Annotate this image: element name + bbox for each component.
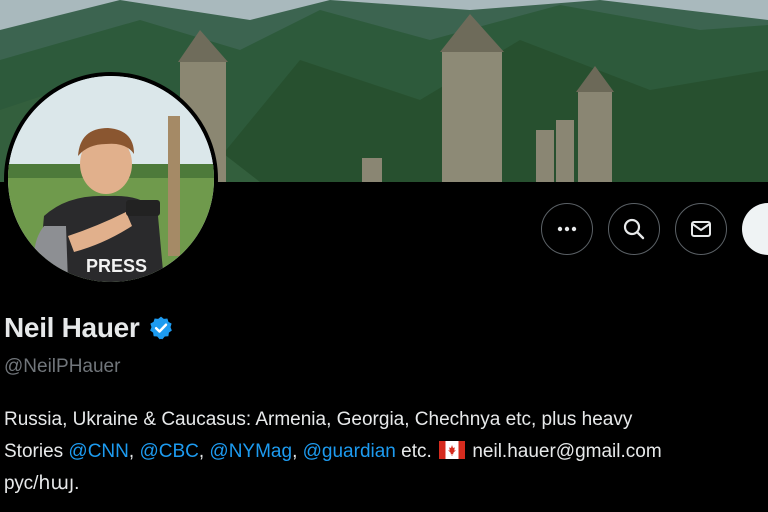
bio-stories-text: Stories [4, 441, 69, 462]
canada-flag-icon [439, 441, 466, 459]
more-button[interactable] [541, 203, 593, 255]
avatar-press-text: PRESS [86, 256, 147, 276]
bio-etc-text: etc. [395, 441, 438, 462]
profile-avatar[interactable]: PRESS [4, 72, 218, 286]
bio-line-2: Stories @CNN, @CBC, @NYMag, @guardian et… [4, 436, 768, 468]
bio-separator: , [198, 441, 210, 462]
mention-link-nymag[interactable]: @NYMag [209, 441, 292, 462]
bio-line-3: рус/հայ. [4, 473, 80, 494]
bio-separator: , [128, 441, 140, 462]
mention-link-cnn[interactable]: @CNN [68, 441, 128, 462]
envelope-icon [691, 221, 711, 237]
profile-name-row: Neil Hauer [4, 312, 174, 344]
follow-button[interactable] [742, 203, 768, 255]
bio-email[interactable]: neil.hauer@gmail.com [472, 441, 661, 462]
search-button[interactable] [608, 203, 660, 255]
search-icon [623, 218, 645, 240]
display-name: Neil Hauer [4, 312, 140, 343]
mention-link-guardian[interactable]: @guardian [303, 441, 396, 462]
avatar-photo: PRESS [8, 76, 214, 282]
verified-badge-icon[interactable] [148, 315, 174, 341]
profile-handle: @NeilPHauer [4, 356, 121, 377]
more-horizontal-icon [557, 226, 577, 232]
message-button[interactable] [675, 203, 727, 255]
profile-bio: Russia, Ukraine & Caucasus: Armenia, Geo… [4, 404, 768, 500]
bio-line-1: Russia, Ukraine & Caucasus: Armenia, Geo… [4, 409, 633, 430]
bio-separator: , [292, 441, 303, 462]
mention-link-cbc[interactable]: @CBC [139, 441, 198, 462]
